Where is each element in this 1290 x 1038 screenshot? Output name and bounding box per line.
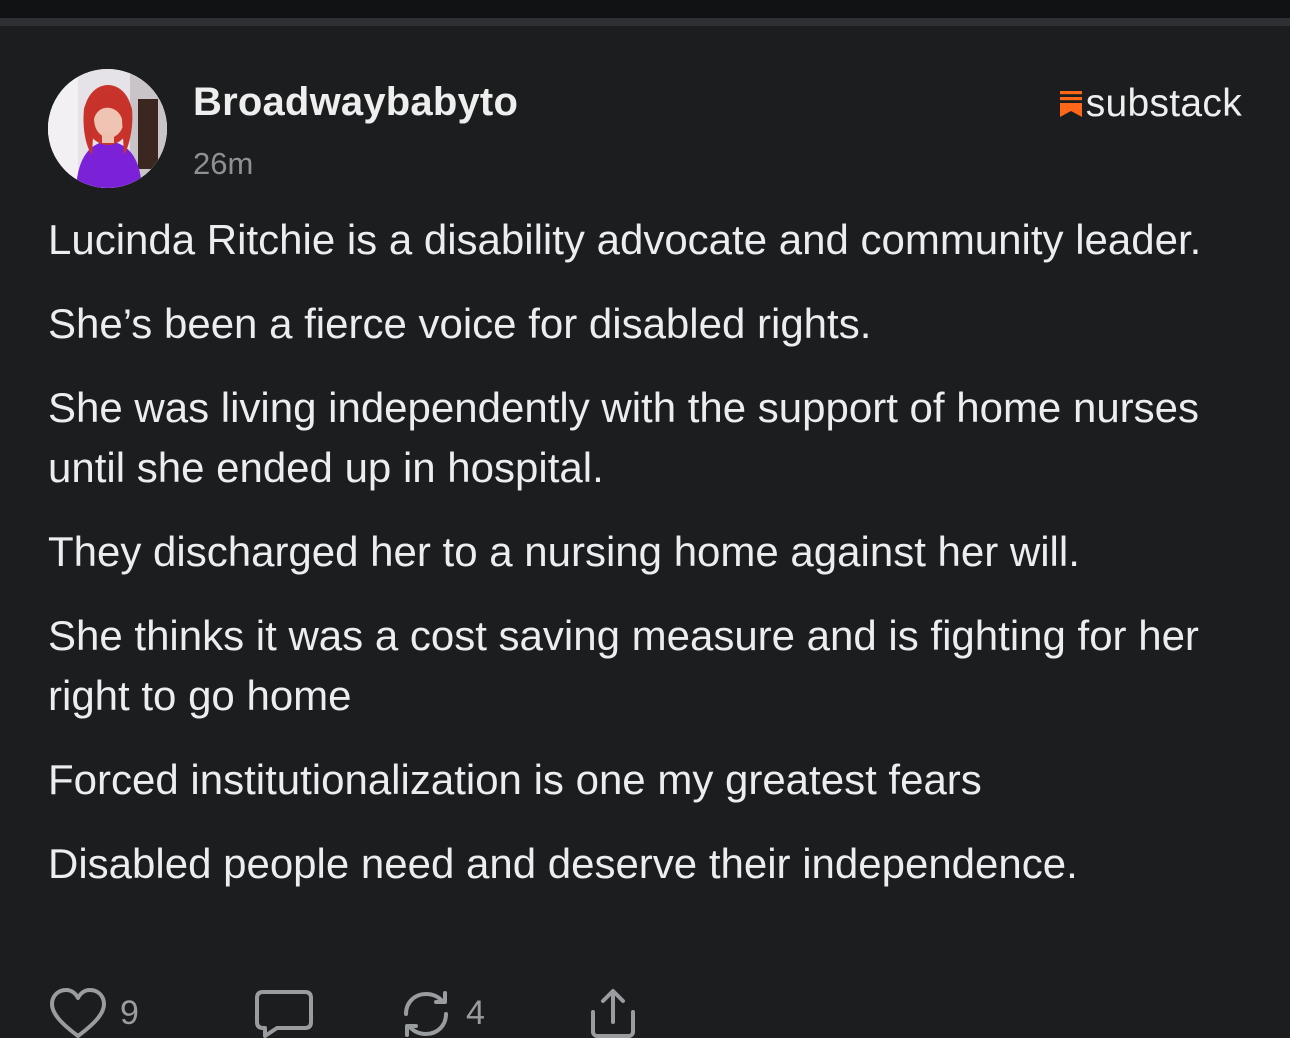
post-timestamp: 26m bbox=[193, 146, 254, 181]
top-divider bbox=[0, 18, 1290, 26]
share-button[interactable] bbox=[583, 988, 643, 1038]
post-paragraph: Disabled people need and deserve their i… bbox=[48, 840, 1078, 887]
action-bar: 9 4 bbox=[48, 988, 748, 1038]
restack-button[interactable]: 4 bbox=[398, 988, 485, 1038]
post-paragraph: She thinks it was a cost saving measure … bbox=[48, 612, 1199, 719]
author-name[interactable]: Broadwaybabyto bbox=[193, 80, 518, 125]
avatar-photo bbox=[48, 69, 167, 188]
post-paragraph: They discharged her to a nursing home ag… bbox=[48, 528, 1080, 575]
comment-bubble-icon bbox=[255, 990, 313, 1038]
avatar[interactable] bbox=[48, 69, 167, 188]
heart-icon bbox=[50, 988, 106, 1038]
substack-logo-icon bbox=[1059, 91, 1082, 117]
post-body: Lucinda Ritchie is a disability advocate… bbox=[48, 210, 1248, 918]
post-paragraph: Lucinda Ritchie is a disability advocate… bbox=[48, 216, 1202, 263]
comment-button[interactable] bbox=[253, 988, 315, 1038]
like-button[interactable]: 9 bbox=[48, 988, 139, 1038]
brand-name: substack bbox=[1085, 82, 1242, 125]
substack-brand[interactable]: substack bbox=[1059, 82, 1242, 126]
like-count: 9 bbox=[120, 993, 139, 1032]
restack-arrows-icon bbox=[404, 991, 448, 1037]
post-paragraph: She’s been a fierce voice for disabled r… bbox=[48, 300, 872, 347]
post-paragraph: Forced institutionalization is one my gr… bbox=[48, 756, 982, 803]
restack-count: 4 bbox=[466, 993, 485, 1032]
post-paragraph: She was living independently with the su… bbox=[48, 384, 1200, 491]
share-icon bbox=[591, 989, 635, 1038]
top-bar bbox=[0, 0, 1290, 18]
